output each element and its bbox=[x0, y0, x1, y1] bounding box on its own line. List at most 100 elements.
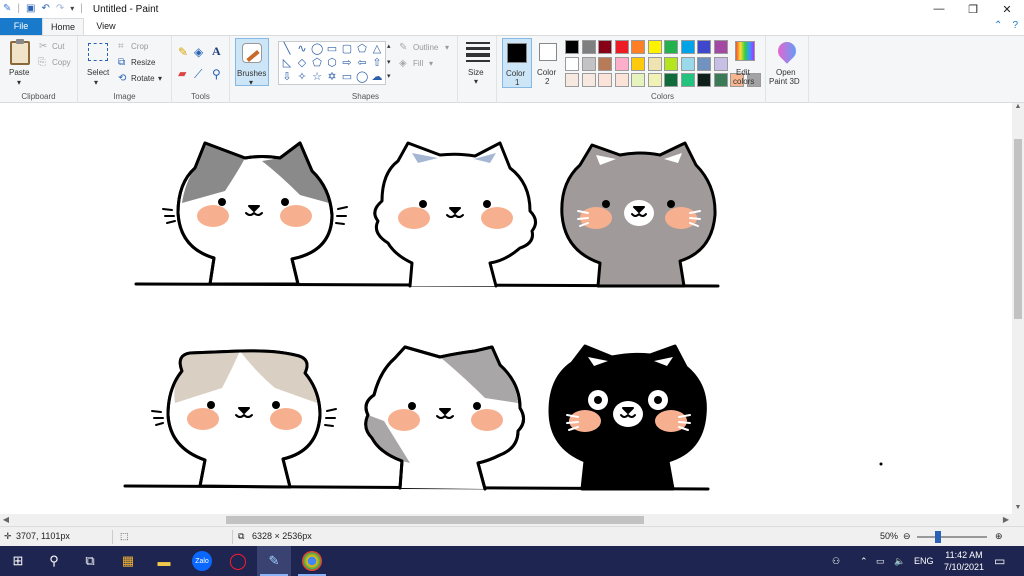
diamond-shape-icon[interactable]: ◇ bbox=[296, 57, 308, 69]
scroll-up-icon[interactable]: ▲ bbox=[1012, 103, 1024, 113]
up-arrow-shape-icon[interactable]: ⇧ bbox=[371, 57, 383, 69]
chrome-icon[interactable] bbox=[302, 551, 322, 571]
vertical-scroll-thumb[interactable] bbox=[1014, 139, 1022, 319]
resize-button[interactable]: Resize bbox=[131, 58, 155, 67]
rounded-rectangle-shape-icon[interactable]: ▢ bbox=[341, 43, 353, 55]
eraser-icon[interactable]: ▰ bbox=[178, 68, 186, 80]
minimize-icon[interactable]: — bbox=[922, 0, 956, 18]
vertical-scrollbar[interactable]: ▲ ▼ bbox=[1012, 103, 1024, 514]
people-icon[interactable]: ⚇ bbox=[832, 546, 840, 576]
restore-icon[interactable]: ❐ bbox=[956, 0, 990, 18]
right-triangle-shape-icon[interactable]: ◺ bbox=[281, 57, 293, 69]
pencil-icon[interactable]: ✎ bbox=[178, 46, 188, 58]
color1-button[interactable]: Color 1 bbox=[502, 38, 532, 88]
clock[interactable]: 11:42 AM 7/10/2021 bbox=[944, 549, 984, 573]
select-button[interactable]: Select bbox=[87, 68, 109, 77]
select-icon[interactable] bbox=[88, 43, 108, 61]
task-view-icon[interactable]: ⧉ bbox=[80, 551, 100, 571]
scroll-left-icon[interactable]: ◀ bbox=[0, 514, 12, 526]
chevron-down-icon[interactable]: ▾ bbox=[158, 74, 162, 83]
save-icon[interactable]: ▣ bbox=[26, 3, 35, 15]
search-icon[interactable]: ⚲ bbox=[44, 551, 64, 571]
down-arrow-shape-icon[interactable]: ⇩ bbox=[281, 71, 293, 83]
oval-callout-shape-icon[interactable]: ◯ bbox=[356, 71, 368, 83]
windows-start-icon[interactable]: ⊞ bbox=[8, 551, 28, 571]
color1-swatch bbox=[507, 43, 527, 63]
four-point-star-shape-icon[interactable]: ✧ bbox=[296, 71, 308, 83]
app-store-icon[interactable]: ▦ bbox=[118, 551, 138, 571]
size-button[interactable]: Size bbox=[468, 68, 484, 77]
open-paint-3d-label[interactable]: Open bbox=[776, 68, 796, 77]
triangle-shape-icon[interactable]: △ bbox=[371, 43, 383, 55]
brushes-button[interactable]: Brushes ▾ bbox=[235, 38, 269, 87]
cloud-callout-shape-icon[interactable]: ☁ bbox=[371, 71, 383, 83]
customize-qa-icon[interactable]: ▾ bbox=[70, 3, 74, 15]
divider bbox=[808, 36, 809, 103]
oval-shape-icon[interactable]: ◯ bbox=[311, 43, 323, 55]
hexagon-shape-icon[interactable]: ⬡ bbox=[326, 57, 338, 69]
shapes-scroll-down-icon[interactable]: ▾ bbox=[387, 58, 391, 66]
zoom-out-icon[interactable]: ⊖ bbox=[903, 531, 911, 542]
chevron-down-icon[interactable]: ▾ bbox=[94, 78, 98, 87]
tab-file[interactable]: File bbox=[0, 18, 42, 35]
callout-shape-icon[interactable]: ▭ bbox=[341, 71, 353, 83]
copy-button[interactable]: Copy bbox=[52, 58, 71, 67]
size-icon[interactable] bbox=[466, 42, 490, 62]
undo-icon[interactable]: ↶ bbox=[41, 3, 49, 15]
language-indicator[interactable]: ENG bbox=[914, 546, 934, 576]
zoom-slider-thumb[interactable] bbox=[935, 531, 941, 543]
shapes-scroll-up-icon[interactable]: ▴ bbox=[387, 42, 391, 50]
curve-shape-icon[interactable]: ∿ bbox=[296, 43, 308, 55]
help-icon[interactable]: ? bbox=[1012, 20, 1018, 31]
rotate-button[interactable]: Rotate bbox=[131, 74, 155, 83]
left-arrow-shape-icon[interactable]: ⇦ bbox=[356, 57, 368, 69]
color2-swatch[interactable] bbox=[539, 43, 557, 61]
five-point-star-shape-icon[interactable]: ☆ bbox=[311, 71, 323, 83]
chevron-down-icon[interactable]: ▾ bbox=[429, 59, 433, 68]
redo-icon[interactable]: ↷ bbox=[56, 3, 64, 15]
rectangle-shape-icon[interactable]: ▭ bbox=[326, 43, 338, 55]
battery-icon[interactable]: ▭ bbox=[876, 546, 885, 576]
close-icon[interactable]: ✕ bbox=[990, 0, 1024, 18]
paste-button[interactable]: Paste bbox=[9, 68, 29, 77]
tab-view[interactable]: View bbox=[88, 18, 124, 35]
drawing-canvas[interactable] bbox=[0, 103, 1012, 514]
magnifier-icon[interactable]: ⚲ bbox=[212, 68, 221, 80]
outline-button[interactable]: Outline bbox=[413, 43, 438, 52]
paint-3d-icon[interactable] bbox=[774, 38, 800, 64]
scroll-right-icon[interactable]: ▶ bbox=[1000, 514, 1012, 526]
volume-icon[interactable]: 🔈 bbox=[894, 546, 905, 576]
chevron-down-icon[interactable]: ▾ bbox=[445, 43, 449, 52]
pentagon-shape-icon[interactable]: ⬠ bbox=[311, 57, 323, 69]
collapse-ribbon-icon[interactable]: ⌃ bbox=[994, 20, 1002, 31]
color2-label[interactable]: Color bbox=[537, 68, 556, 77]
open-paint-3d-label-2[interactable]: Paint 3D bbox=[769, 77, 800, 86]
six-point-star-shape-icon[interactable]: ✡ bbox=[326, 71, 338, 83]
horizontal-scroll-thumb[interactable] bbox=[226, 516, 644, 524]
crop-button[interactable]: Crop bbox=[131, 42, 148, 51]
polygon-shape-icon[interactable]: ⬠ bbox=[356, 43, 368, 55]
opera-icon[interactable]: ◯ bbox=[228, 551, 248, 571]
zoom-slider-track[interactable] bbox=[917, 536, 987, 538]
paint-icon[interactable]: ✎ bbox=[264, 551, 284, 571]
chevron-down-icon[interactable]: ▾ bbox=[17, 78, 21, 87]
paste-icon[interactable] bbox=[10, 39, 30, 65]
file-explorer-icon[interactable]: ▬ bbox=[154, 551, 174, 571]
horizontal-scrollbar[interactable]: ◀ ▶ bbox=[0, 514, 1012, 526]
show-hidden-icons[interactable]: ⌃ bbox=[860, 546, 868, 576]
scroll-down-icon[interactable]: ▼ bbox=[1012, 504, 1024, 514]
color2-number[interactable]: 2 bbox=[545, 77, 549, 86]
color-picker-icon[interactable]: ⟋ bbox=[194, 68, 202, 80]
zoom-in-icon[interactable]: ⊕ bbox=[995, 531, 1003, 542]
fill-icon[interactable]: ◈ bbox=[194, 46, 203, 58]
chevron-down-icon[interactable]: ▾ bbox=[474, 77, 478, 86]
shapes-expand-icon[interactable]: ▾ bbox=[387, 72, 391, 80]
right-arrow-shape-icon[interactable]: ⇨ bbox=[341, 57, 353, 69]
line-shape-icon[interactable]: ╲ bbox=[281, 43, 293, 55]
text-icon[interactable]: A bbox=[212, 45, 221, 57]
tab-home[interactable]: Home bbox=[42, 18, 84, 35]
fill-button[interactable]: Fill bbox=[413, 59, 423, 68]
cut-button[interactable]: Cut bbox=[52, 42, 64, 51]
zalo-icon[interactable]: Zalo bbox=[192, 551, 212, 571]
notifications-icon[interactable]: ▭ bbox=[994, 546, 1005, 576]
